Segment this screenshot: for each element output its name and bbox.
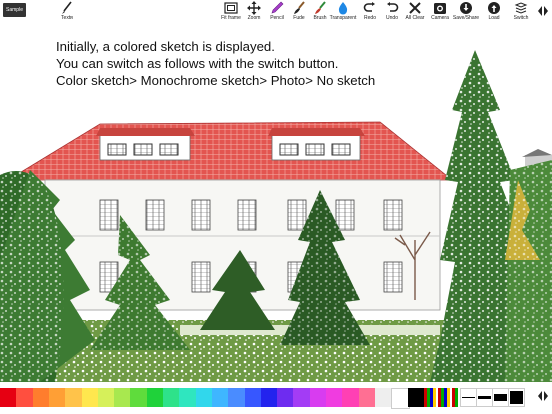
toggle-arrows-icon (538, 391, 548, 401)
line-width-medium-button[interactable] (476, 388, 493, 407)
brush-pen-icon (62, 1, 72, 14)
camera-icon (434, 3, 446, 14)
toolbar-toggle-button[interactable] (537, 5, 549, 27)
color-swatch[interactable] (146, 388, 164, 407)
color-swatch[interactable] (130, 388, 148, 407)
color-swatch[interactable] (179, 388, 197, 407)
pencil-icon (271, 1, 284, 14)
color-swatch[interactable] (195, 388, 213, 407)
caption-line: Initially, a colored sketch is displayed… (56, 39, 275, 54)
tool-label: Switch (513, 15, 529, 21)
color-swatch[interactable] (374, 388, 392, 407)
color-swatch[interactable] (293, 388, 311, 407)
caption-line: Color sketch> Monochrome sketch> Photo> … (56, 73, 376, 88)
instruction-caption: Initially, a colored sketch is displayed… (56, 38, 375, 89)
color-swatch[interactable] (0, 388, 17, 407)
layers-icon (514, 2, 528, 14)
color-swatch[interactable] (97, 388, 115, 407)
save-icon (460, 2, 472, 14)
sample-button[interactable]: Sample (3, 3, 26, 17)
color-swatch[interactable] (260, 388, 278, 407)
caption-line: You can switch as follows with the switc… (56, 56, 339, 71)
color-swatch[interactable] (407, 388, 425, 407)
palette-toggle-button[interactable] (537, 390, 549, 412)
mixed-color-swatch[interactable] (424, 388, 458, 407)
color-swatch[interactable] (326, 388, 343, 407)
switch-button[interactable]: Switch (508, 1, 534, 23)
color-swatch[interactable] (211, 388, 229, 407)
toggle-arrows-icon (538, 6, 548, 16)
color-swatch[interactable] (65, 388, 83, 407)
fude-brush-icon (294, 1, 305, 14)
color-swatch[interactable] (228, 388, 246, 407)
undo-icon (387, 2, 399, 12)
tool-label: Textʀ (61, 15, 73, 21)
textr-tool-button[interactable]: Textʀ (54, 1, 80, 23)
top-toolbar: Sample Textʀ Fit frame Zoom Pencil Fude … (0, 0, 552, 24)
color-swatch[interactable] (16, 388, 34, 407)
color-swatch[interactable] (358, 388, 376, 407)
color-swatch[interactable] (114, 388, 132, 407)
color-swatch[interactable] (244, 388, 262, 407)
redo-icon (363, 2, 375, 12)
frame-icon (224, 2, 238, 14)
line-width-thin-button[interactable] (460, 388, 477, 407)
droplet-icon (338, 2, 348, 15)
move-arrows-icon (247, 1, 261, 15)
load-icon (488, 2, 500, 14)
color-swatch[interactable] (163, 388, 180, 407)
brush-icon (315, 1, 326, 14)
color-swatch[interactable] (309, 388, 327, 407)
color-palette (0, 386, 552, 414)
color-swatch[interactable] (277, 388, 295, 407)
color-swatch[interactable] (81, 388, 99, 407)
color-swatch[interactable] (342, 388, 360, 407)
line-width-thick-button[interactable] (492, 388, 509, 407)
close-icon (409, 2, 421, 14)
line-width-bold-button[interactable] (508, 388, 525, 407)
color-swatch[interactable] (32, 388, 50, 407)
color-swatch[interactable] (48, 388, 66, 407)
